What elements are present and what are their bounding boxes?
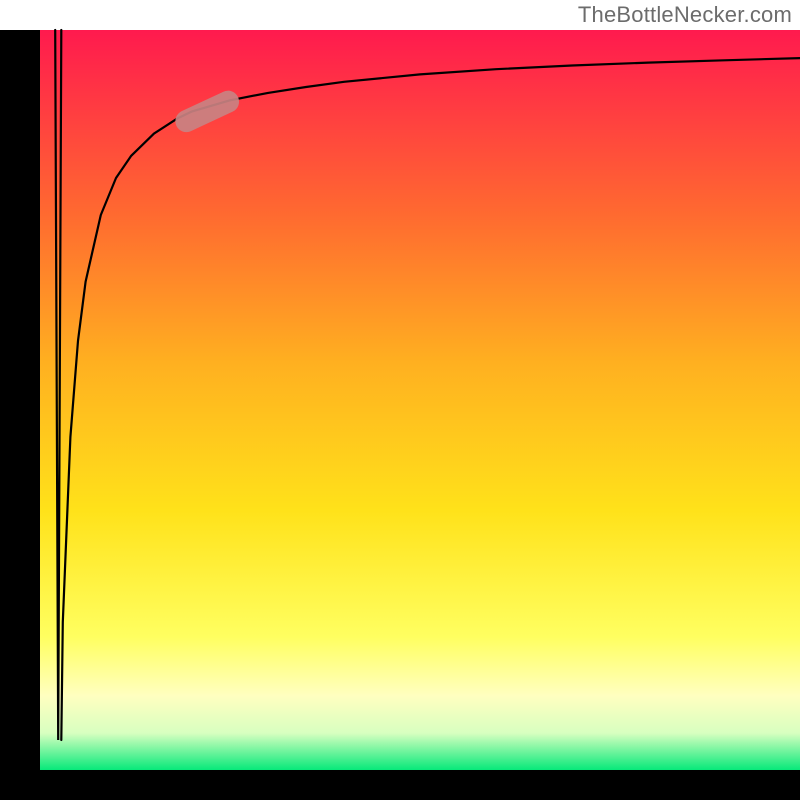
chart-svg (0, 0, 800, 800)
axis-left-band (0, 30, 40, 770)
chart-container: TheBottleNecker.com (0, 0, 800, 800)
plot-background (40, 30, 800, 770)
watermark-text: TheBottleNecker.com (578, 2, 792, 28)
axis-corner (0, 30, 40, 31)
axis-bottom-band (0, 770, 800, 800)
